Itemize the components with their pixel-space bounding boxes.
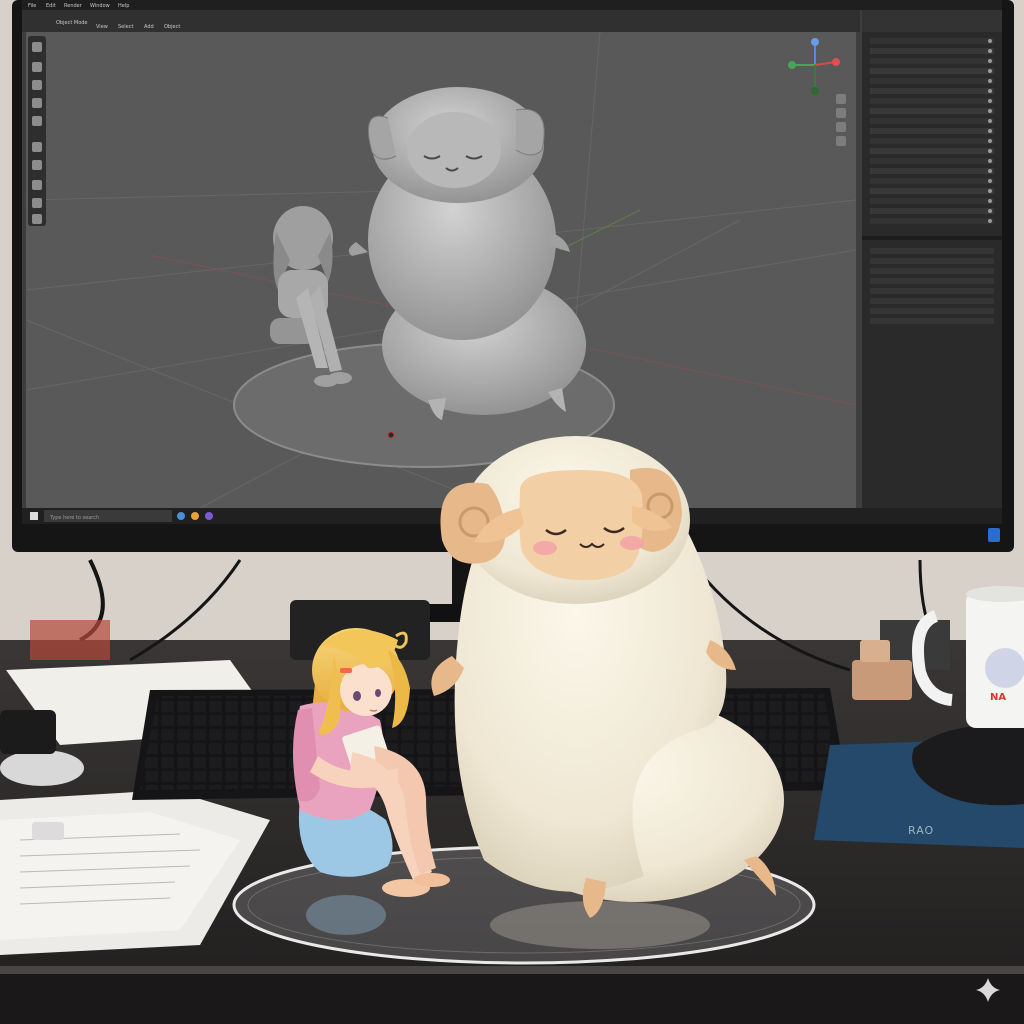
visibility-eye-icon[interactable] [988,39,992,43]
visibility-eye-icon[interactable] [988,119,992,123]
tool-shelf[interactable] [28,36,46,226]
menu-edit[interactable]: Edit [46,3,56,9]
visibility-eye-icon[interactable] [988,69,992,73]
outliner-row[interactable] [870,38,994,44]
visibility-eye-icon[interactable] [988,99,992,103]
property-row[interactable] [870,298,994,304]
visibility-eye-icon[interactable] [988,199,992,203]
windows-start-icon[interactable] [30,512,38,520]
outliner-row[interactable] [870,148,994,154]
property-row[interactable] [870,288,994,294]
visibility-eye-icon[interactable] [988,149,992,153]
outliner-row[interactable] [870,128,994,134]
visibility-eye-icon[interactable] [988,139,992,143]
header-add[interactable]: Add [144,24,154,30]
menu-window[interactable]: Window [90,3,110,9]
black-device [0,710,56,754]
desk-edge [0,966,1024,974]
property-row[interactable] [870,258,994,264]
outliner-row[interactable] [870,218,994,224]
visibility-eye-icon[interactable] [988,49,992,53]
menu-help[interactable]: Help [118,3,129,9]
visibility-eye-icon[interactable] [988,179,992,183]
outliner-row[interactable] [870,158,994,164]
mode-label[interactable]: Object Mode [56,20,88,26]
outliner-row[interactable] [870,58,994,64]
outliner-row[interactable] [870,178,994,184]
outliner-row[interactable] [870,48,994,54]
property-row[interactable] [870,308,994,314]
outliner-row[interactable] [870,108,994,114]
desk-scene-photo: File Edit Render Window Help Object Mode… [0,0,1024,1024]
visibility-eye-icon[interactable] [988,129,992,133]
mousepad-brand: RAO [908,824,934,837]
outliner-row[interactable] [870,138,994,144]
menu-file[interactable]: File [28,3,36,9]
mug-print: NA [990,692,1006,703]
property-row[interactable] [870,268,994,274]
outliner-row[interactable] [870,168,994,174]
bowl [0,750,84,786]
visibility-eye-icon[interactable] [988,109,992,113]
header-select[interactable]: Select [118,24,133,30]
visibility-eye-icon[interactable] [988,89,992,93]
outliner-row[interactable] [870,98,994,104]
outliner-row[interactable] [870,118,994,124]
outliner-row[interactable] [870,88,994,94]
outliner-row[interactable] [870,188,994,194]
visibility-eye-icon[interactable] [988,189,992,193]
property-row[interactable] [870,278,994,284]
visibility-eye-icon[interactable] [988,79,992,83]
visibility-eye-icon[interactable] [988,209,992,213]
outliner-row[interactable] [870,68,994,74]
outliner-row[interactable] [870,208,994,214]
taskbar-search-text: Type here to search [49,515,99,521]
menu-render[interactable]: Render [64,3,83,9]
header-view[interactable]: View [96,24,108,30]
visibility-eye-icon[interactable] [988,169,992,173]
visibility-eye-icon[interactable] [988,219,992,223]
property-row[interactable] [870,318,994,324]
visibility-eye-icon[interactable] [988,59,992,63]
property-row[interactable] [870,248,994,254]
outliner-row[interactable] [870,78,994,84]
outliner-row[interactable] [870,198,994,204]
header-object[interactable]: Object [164,24,180,30]
menu-bar [22,0,1002,10]
outliner-panel[interactable] [862,10,1002,510]
visibility-eye-icon[interactable] [988,159,992,163]
